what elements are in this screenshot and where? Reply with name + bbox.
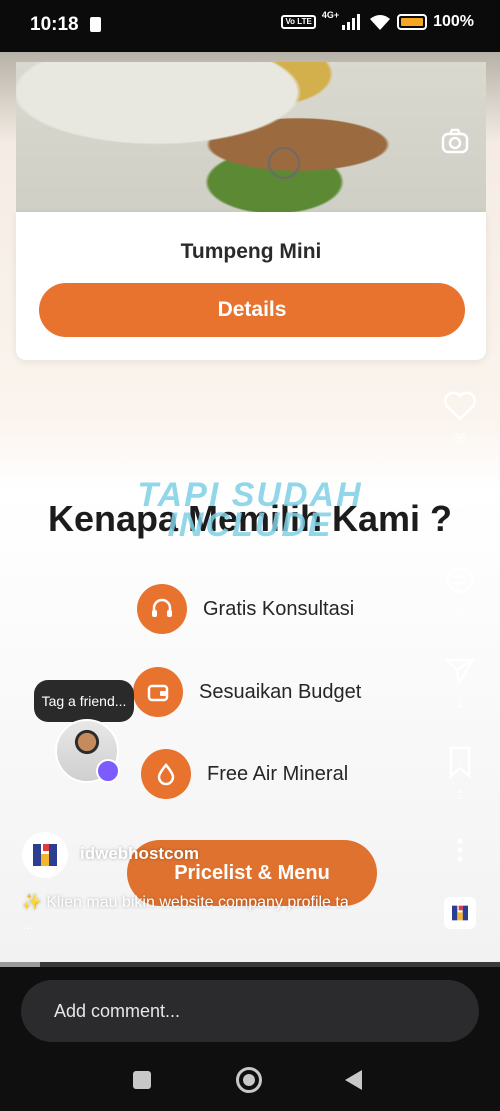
feature-label: Free Air Mineral (207, 762, 349, 785)
feature-item: Gratis Konsultasi (137, 584, 354, 634)
system-nav-bar (0, 1057, 500, 1107)
share-count: 1 (456, 696, 464, 710)
comment-input[interactable]: Add comment... (21, 980, 479, 1042)
share-action[interactable]: 1 (436, 655, 484, 710)
wallet-icon (133, 667, 183, 717)
remix-count: 8 (456, 605, 464, 619)
status-icons: Vo LTE 4G+ 100% (281, 10, 474, 31)
status-bar: 10:18 Vo LTE 4G+ 100% (0, 0, 500, 52)
like-count: 38 (453, 431, 467, 445)
remix-icon[interactable] (443, 564, 477, 596)
send-icon[interactable] (443, 655, 477, 687)
network-type: 4G+ (321, 10, 340, 20)
feature-item: Free Air Mineral (141, 749, 348, 799)
food-photo (16, 62, 486, 212)
comment-placeholder: Add comment... (54, 1001, 181, 1021)
more-options[interactable] (436, 837, 484, 868)
product-title: Tumpeng Mini (180, 240, 322, 263)
recent-apps-button[interactable] (133, 1071, 151, 1089)
tag-refresh-icon[interactable] (96, 759, 120, 783)
volte-icon: Vo LTE (281, 15, 316, 29)
heart-icon[interactable] (443, 390, 477, 422)
audio-thumbnail[interactable] (444, 897, 476, 929)
caption-text[interactable]: ✨ Klien mau bikin website company profil… (22, 892, 427, 914)
comment-action[interactable]: 37 (436, 477, 484, 532)
bottom-panel: Add comment... (0, 967, 500, 1111)
back-button[interactable] (345, 1070, 362, 1090)
product-card: Tumpeng Mini Details (16, 212, 486, 360)
reel-video[interactable]: Tumpeng Mini Details Kenapa Memilih Kami… (0, 52, 500, 966)
more-vertical-icon[interactable] (443, 837, 477, 863)
author-name[interactable]: idwebhostcom (80, 844, 199, 864)
details-button: Details (39, 283, 465, 337)
home-button[interactable] (236, 1067, 262, 1093)
notification-icon (90, 17, 101, 32)
comment-count: 37 (453, 518, 467, 532)
battery-percent: 100% (433, 13, 474, 30)
signal-icon (342, 14, 361, 30)
author-avatar[interactable] (22, 832, 68, 878)
water-drop-icon (141, 749, 191, 799)
wifi-icon (370, 15, 391, 30)
idwebhost-logo-icon (33, 844, 57, 866)
comment-icon[interactable] (443, 477, 477, 509)
feature-label: Sesuaikan Budget (199, 680, 362, 703)
camera-icon[interactable] (440, 126, 470, 156)
feature-item: Sesuaikan Budget (133, 667, 361, 717)
save-count: 2 (456, 788, 464, 802)
bookmark-icon[interactable] (443, 745, 477, 779)
headset-icon (137, 584, 187, 634)
battery-icon (397, 14, 428, 30)
save-action[interactable]: 2 (436, 745, 484, 802)
idwebhost-logo-icon (452, 905, 468, 921)
remix-action[interactable]: 8 (436, 564, 484, 619)
overlay-caption-text: TAPI SUDAH INCLUDE (137, 476, 363, 544)
tag-friend-tooltip[interactable]: Tag a friend... (34, 680, 134, 722)
caption-more[interactable]: ... (22, 916, 34, 932)
feature-label: Gratis Konsultasi (203, 597, 355, 620)
status-time: 10:18 (30, 14, 79, 35)
like-action[interactable]: 38 (436, 390, 484, 445)
